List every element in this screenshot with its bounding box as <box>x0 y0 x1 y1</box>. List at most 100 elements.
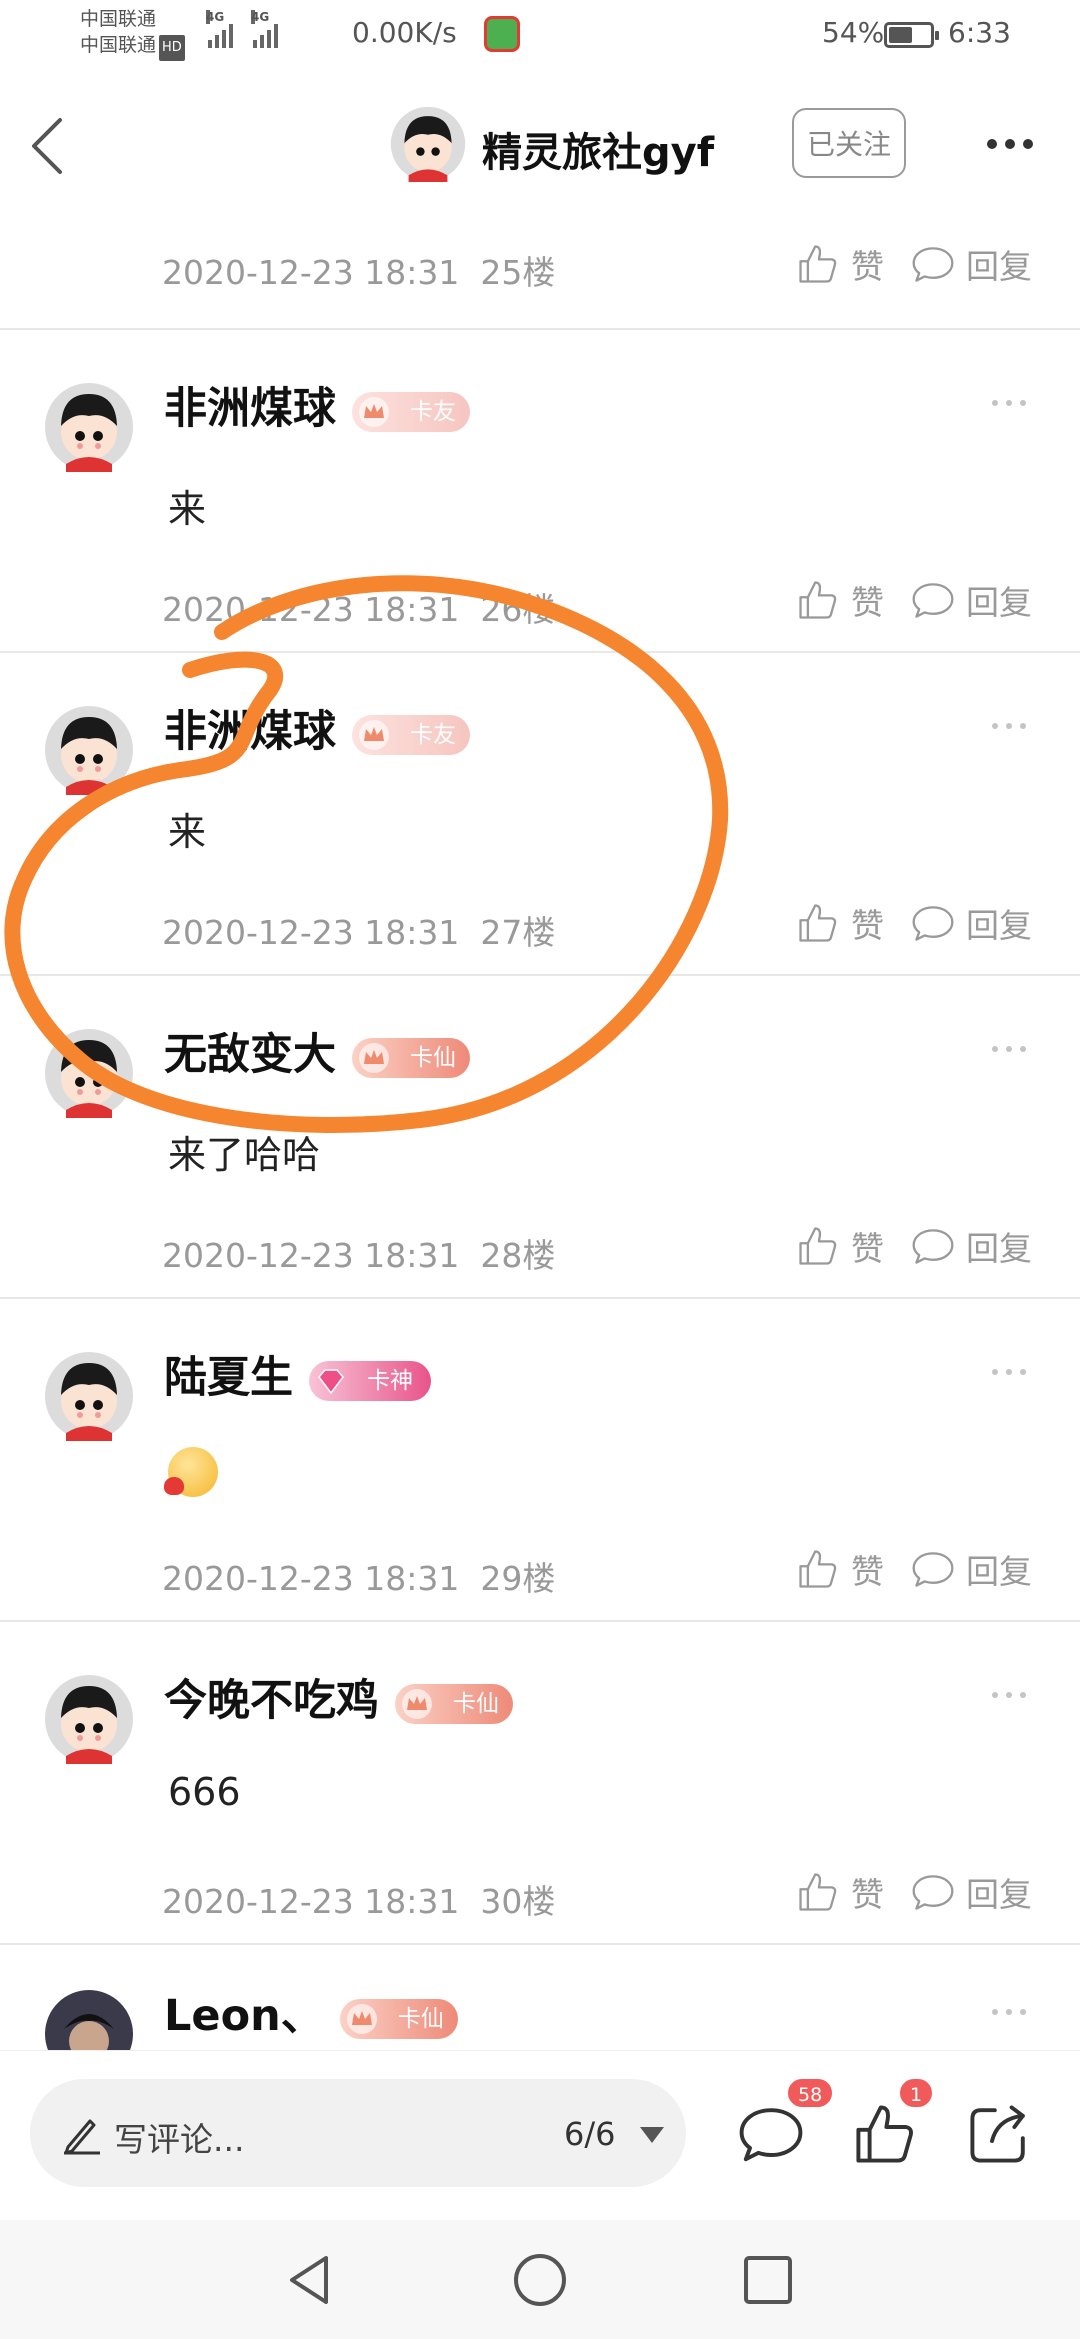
comment-input[interactable]: 写评论... 6/6 <box>30 2079 686 2187</box>
battery-percent: 54% <box>822 16 885 49</box>
level-badge: 卡仙 <box>352 1037 470 1078</box>
comment-more-button[interactable] <box>992 723 1026 729</box>
page-indicator[interactable]: 6/6 <box>564 2115 616 2153</box>
chevron-down-icon[interactable] <box>640 2127 664 2143</box>
status-bar: 中国联通 中国联通 HD 4G 4G 0.00K/s 54% 6:33 <box>0 0 1080 70</box>
like-post-button[interactable]: 1 <box>850 2077 935 2169</box>
pencil-icon <box>64 2119 100 2155</box>
thumbs-up-icon <box>856 2105 913 2163</box>
share-button[interactable] <box>964 2099 1034 2169</box>
like-button[interactable]: 赞 <box>795 240 884 288</box>
comment-item-25: 2020-12-23 18:31 25楼 赞 回复 <box>0 212 1080 328</box>
like-button[interactable]: 赞 <box>795 1222 884 1270</box>
user-avatar[interactable] <box>44 705 134 795</box>
crown-icon <box>358 396 390 428</box>
thumbs-up-icon <box>795 241 841 287</box>
carrier-2: 中国联通 <box>80 34 157 56</box>
more-options-button[interactable] <box>980 122 1040 166</box>
crown-icon <box>401 1688 433 1720</box>
thumbs-up-icon <box>795 1546 841 1592</box>
comment-text: 666 <box>168 1770 241 1814</box>
bottom-action-bar: 写评论... 6/6 58 1 <box>0 2050 1080 2220</box>
username[interactable]: 陆夏生 卡神 <box>164 1343 431 1405</box>
user-avatar[interactable] <box>44 1351 134 1441</box>
reply-button[interactable]: 回复 <box>910 1868 1032 1916</box>
comment-item: Leon、 卡仙 <box>0 1945 1080 2065</box>
user-avatar[interactable] <box>44 382 134 472</box>
reply-button[interactable]: 回复 <box>910 1545 1032 1593</box>
reply-button[interactable]: 回复 <box>910 899 1032 947</box>
thumbs-up-icon <box>795 1223 841 1269</box>
follow-button[interactable]: 已关注 <box>792 108 906 178</box>
reply-button[interactable]: 回复 <box>910 576 1032 624</box>
comment-more-button[interactable] <box>992 1046 1026 1052</box>
reply-button[interactable]: 回复 <box>910 240 1032 288</box>
comment-item: 今晚不吃鸡 卡仙 666 2020-12-23 18:31 30楼 赞 回复 <box>0 1622 1080 1943</box>
level-badge: 卡友 <box>352 391 470 432</box>
comment-actions: 赞 回复 <box>795 240 1032 288</box>
crown-icon <box>358 1042 390 1074</box>
like-button[interactable]: 赞 <box>795 1868 884 1916</box>
comment-bubble-icon <box>739 2108 803 2162</box>
comment-actions: 赞 回复 <box>795 1222 1032 1270</box>
comment-item: 无敌变大 卡仙 来了哈哈 2020-12-23 18:31 28楼 赞 回复 <box>0 976 1080 1297</box>
clock: 6:33 <box>948 16 1011 49</box>
nav-home-icon[interactable] <box>508 2248 572 2312</box>
comment-text <box>164 1447 218 1506</box>
comment-meta: 2020-12-23 18:31 30楼 <box>162 1882 556 1921</box>
system-nav-bar <box>0 2220 1080 2339</box>
comment-bubble-icon <box>910 1223 956 1269</box>
reply-button[interactable]: 回复 <box>910 1222 1032 1270</box>
thumbs-up-icon <box>795 577 841 623</box>
comment-meta: 2020-12-23 18:31 29楼 <box>162 1559 556 1598</box>
back-button[interactable] <box>20 102 80 182</box>
share-icon <box>970 2105 1025 2163</box>
hd-badge: HD <box>159 35 185 61</box>
username[interactable]: 非洲煤球 卡友 <box>164 374 470 436</box>
battery-icon <box>884 22 939 48</box>
username[interactable]: 今晚不吃鸡 卡仙 <box>164 1666 513 1728</box>
nav-recents-icon[interactable] <box>736 2248 800 2312</box>
author-avatar[interactable] <box>390 106 466 186</box>
comment-more-button[interactable] <box>992 1692 1026 1698</box>
user-avatar[interactable] <box>44 1674 134 1764</box>
crown-icon <box>358 719 390 751</box>
like-count-badge: 1 <box>898 2077 935 2109</box>
username[interactable]: 非洲煤球 卡友 <box>164 697 470 759</box>
comment-text: 来了哈哈 <box>168 1133 321 1177</box>
thumbs-up-icon <box>795 900 841 946</box>
comment-placeholder: 写评论... <box>114 2120 245 2159</box>
comment-item: 陆夏生 卡神 2020-12-23 18:31 29楼 赞 回复 <box>0 1299 1080 1620</box>
nav-back-icon[interactable] <box>278 2248 342 2312</box>
comment-bubble-icon <box>910 900 956 946</box>
floor-number: 25楼 <box>480 253 556 292</box>
comment-bubble-icon <box>910 1546 956 1592</box>
comment-more-button[interactable] <box>992 400 1026 406</box>
comment-bubble-icon <box>910 577 956 623</box>
comments-button[interactable]: 58 <box>736 2077 835 2169</box>
comment-meta: 2020-12-23 18:31 25楼 <box>162 246 555 294</box>
like-button[interactable]: 赞 <box>795 899 884 947</box>
comment-text: 来 <box>168 810 207 854</box>
comment-actions: 赞 回复 <box>795 576 1032 624</box>
comment-bubble-icon <box>910 241 956 287</box>
comment-text: 来 <box>168 487 207 531</box>
like-button[interactable]: 赞 <box>795 576 884 624</box>
level-badge: 卡友 <box>352 714 470 755</box>
like-label: 赞 <box>851 247 884 286</box>
username[interactable]: Leon、 卡仙 <box>164 1981 458 2043</box>
app-notification-icon <box>484 16 520 52</box>
header: 精灵旅社gyf 已关注 <box>0 72 1080 212</box>
user-avatar[interactable] <box>44 1028 134 1118</box>
username[interactable]: 无敌变大 卡仙 <box>164 1020 470 1082</box>
comment-more-button[interactable] <box>992 1369 1026 1375</box>
comment-more-button[interactable] <box>992 2009 1026 2015</box>
comment-actions: 赞 回复 <box>795 1868 1032 1916</box>
like-button[interactable]: 赞 <box>795 1545 884 1593</box>
comment-meta: 2020-12-23 18:31 26楼 <box>162 590 556 629</box>
comment-count-badge: 58 <box>786 2077 835 2109</box>
comment-meta: 2020-12-23 18:31 27楼 <box>162 913 556 952</box>
reply-label: 回复 <box>966 247 1032 286</box>
gem-icon <box>315 1365 347 1397</box>
carrier-info: 中国联通 中国联通 HD <box>80 6 185 61</box>
